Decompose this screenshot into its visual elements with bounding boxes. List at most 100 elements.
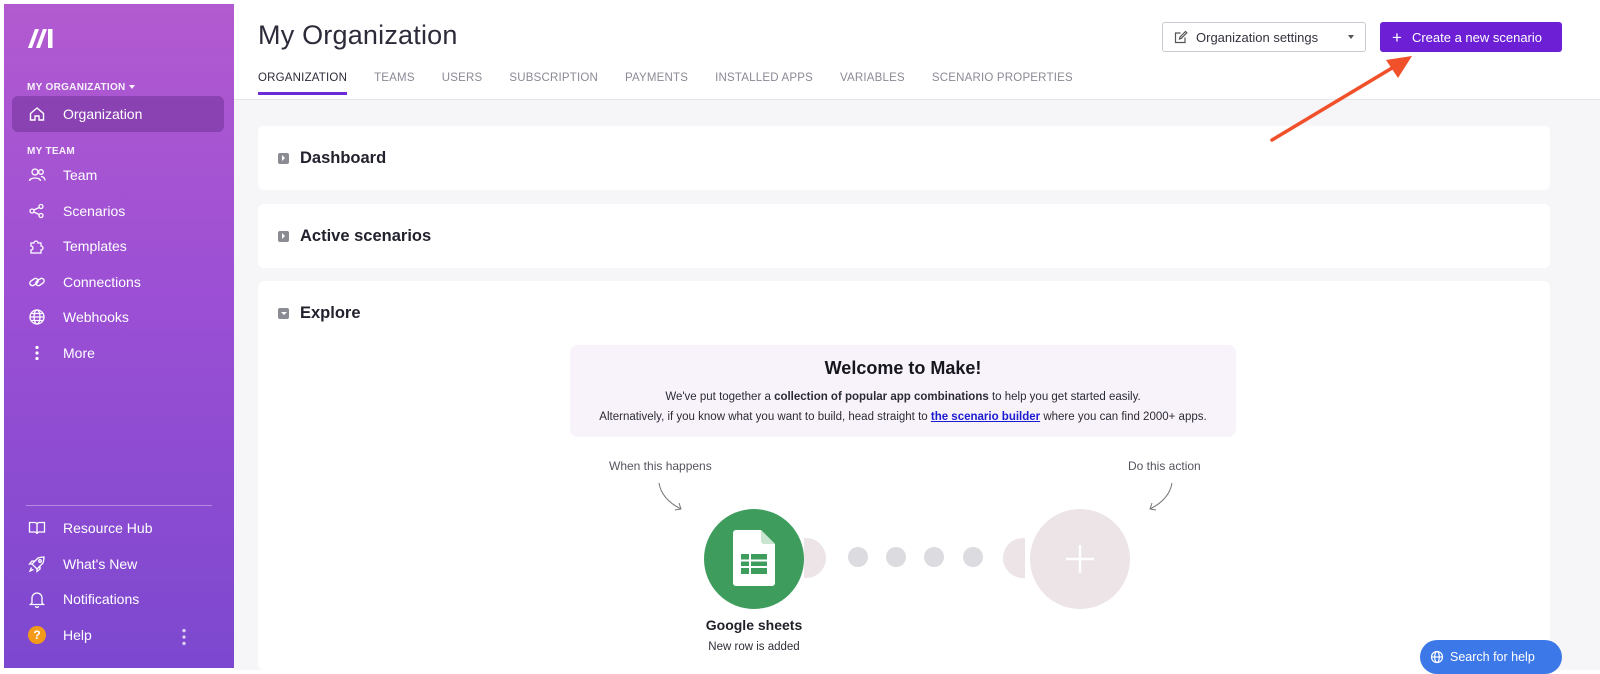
sidebar-item-label: Templates [63, 238, 127, 254]
welcome-text: where you can find 2000+ apps. [1040, 411, 1207, 423]
welcome-text: We've put together a [665, 391, 775, 403]
vertical-dots-icon [35, 345, 39, 361]
sidebar-item-label: Scenarios [63, 203, 126, 219]
action-label: Do this action [1128, 459, 1201, 473]
explore-toggle[interactable]: Explore [278, 281, 361, 345]
team-section-label: MY TEAM [27, 146, 76, 157]
dashboard-title: Dashboard [300, 148, 387, 167]
organization-settings-button[interactable]: Organization settings [1162, 22, 1338, 52]
tab-payments[interactable]: PAYMENTS [625, 72, 688, 95]
sidebar-item-label: Team [63, 167, 98, 183]
welcome-text: Alternatively, if you know what you want… [599, 411, 931, 423]
connector-half-circle [1003, 538, 1025, 578]
google-sheets-module[interactable] [704, 509, 804, 609]
sidebar-item-webhooks[interactable]: Webhooks [12, 299, 224, 335]
organization-switcher[interactable]: MY ORGANIZATION [27, 82, 135, 93]
make-logo-icon[interactable] [26, 26, 56, 50]
trigger-label: When this happens [609, 459, 712, 473]
link-icon [29, 277, 45, 287]
tab-organization[interactable]: ORGANIZATION [258, 72, 348, 95]
welcome-text: to help you get started easily. [988, 391, 1141, 403]
welcome-bold-text: collection of popular app combinations [774, 391, 989, 403]
welcome-banner: Welcome to Make! We've put together a co… [570, 345, 1236, 437]
puzzle-icon [30, 240, 44, 254]
sidebar-item-label: Help [63, 627, 92, 643]
sidebar-item-organization[interactable]: Organization [12, 96, 224, 132]
tab-variables[interactable]: VARIABLES [840, 72, 905, 95]
plus-icon: + [1392, 27, 1402, 47]
sidebar-item-team[interactable]: Team [12, 157, 224, 193]
welcome-line-2: Alternatively, if you know what you want… [570, 407, 1236, 427]
annotation-arrow [1270, 56, 1412, 142]
sidebar-item-scenarios[interactable]: Scenarios [12, 193, 224, 229]
tab-installed-apps[interactable]: INSTALLED APPS [715, 72, 813, 95]
tab-teams[interactable]: TEAMS [374, 72, 415, 95]
create-new-scenario-button[interactable]: + Create a new scenario [1380, 22, 1562, 52]
sidebar-item-label: Notifications [63, 591, 140, 607]
book-icon [28, 521, 46, 535]
globe-icon [1430, 650, 1444, 664]
sidebar: MY ORGANIZATION Organization MY TEAM Tea… [4, 4, 234, 668]
expand-arrow-icon [278, 230, 289, 242]
tab-users[interactable]: USERS [442, 72, 483, 95]
sidebar-item-connections[interactable]: Connections [12, 264, 224, 300]
sidebar-item-label: Connections [63, 274, 141, 290]
sidebar-item-help[interactable]: ? Help [12, 617, 224, 653]
rocket-icon [28, 556, 45, 573]
collapse-arrow-icon [278, 307, 289, 319]
sidebar-item-resource-hub[interactable]: Resource Hub [12, 510, 224, 546]
app-event: New row is added [708, 641, 800, 653]
create-new-scenario-label: Create a new scenario [1411, 29, 1543, 45]
sidebar-item-label: What's New [63, 556, 138, 572]
caret-down-icon [1348, 35, 1354, 39]
search-for-help-label: Search for help [1450, 650, 1535, 664]
page-title: My Organization [258, 20, 458, 50]
connector-half-circle [804, 538, 826, 578]
google-sheets-icon [733, 530, 775, 586]
tab-scenario-properties[interactable]: SCENARIO PROPERTIES [932, 72, 1073, 95]
curved-arrow-icon [658, 482, 682, 511]
curved-arrow-icon [1149, 482, 1173, 511]
scenario-builder-link[interactable]: the scenario builder [931, 411, 1040, 423]
sidebar-divider [26, 505, 212, 506]
add-action-module[interactable] [1030, 509, 1130, 609]
help-badge-icon: ? [28, 626, 46, 644]
explore-title: Explore [300, 303, 361, 322]
dashboard-toggle[interactable]: Dashboard [278, 126, 386, 190]
connector-dot [924, 547, 944, 567]
sidebar-item-label: Webhooks [63, 309, 129, 325]
search-for-help-button[interactable]: Search for help [1420, 640, 1562, 674]
connector-dot [848, 547, 868, 567]
active-scenarios-title: Active scenarios [300, 226, 432, 245]
sidebar-item-label: Organization [63, 106, 143, 122]
connector-dot [886, 547, 906, 567]
share-nodes-icon [29, 203, 44, 219]
connector-dot [963, 547, 983, 567]
organization-switcher-label: MY ORGANIZATION [27, 82, 126, 93]
explore-card: Explore Welcome to Make! We've put toget… [258, 281, 1550, 670]
organization-settings-label: Organization settings [1196, 29, 1319, 45]
users-icon [28, 168, 46, 182]
vertical-dots-icon[interactable] [175, 628, 193, 646]
organization-tabs: ORGANIZATION TEAMS USERS SUBSCRIPTION PA… [258, 72, 1100, 95]
sidebar-item-notifications[interactable]: Notifications [12, 581, 224, 617]
caret-down-icon [128, 85, 135, 90]
plus-icon [1066, 545, 1094, 573]
sidebar-item-whats-new[interactable]: What's New [12, 546, 224, 582]
tab-subscription[interactable]: SUBSCRIPTION [509, 72, 598, 95]
active-scenarios-card: Active scenarios [258, 204, 1550, 268]
organization-settings-dropdown[interactable] [1337, 22, 1366, 52]
app-name: Google sheets [705, 617, 803, 633]
sidebar-item-templates[interactable]: Templates [12, 228, 224, 264]
globe-icon [29, 309, 45, 325]
home-icon [29, 107, 45, 121]
sidebar-item-more[interactable]: More [12, 335, 224, 371]
welcome-title: Welcome to Make! [824, 358, 982, 378]
sidebar-item-label: More [63, 345, 95, 361]
active-scenarios-toggle[interactable]: Active scenarios [278, 204, 431, 268]
sidebar-item-label: Resource Hub [63, 520, 153, 536]
welcome-line-1: We've put together a collection of popul… [570, 387, 1236, 407]
bell-icon [28, 592, 46, 608]
expand-arrow-icon [278, 152, 289, 164]
edit-icon [1174, 30, 1188, 44]
